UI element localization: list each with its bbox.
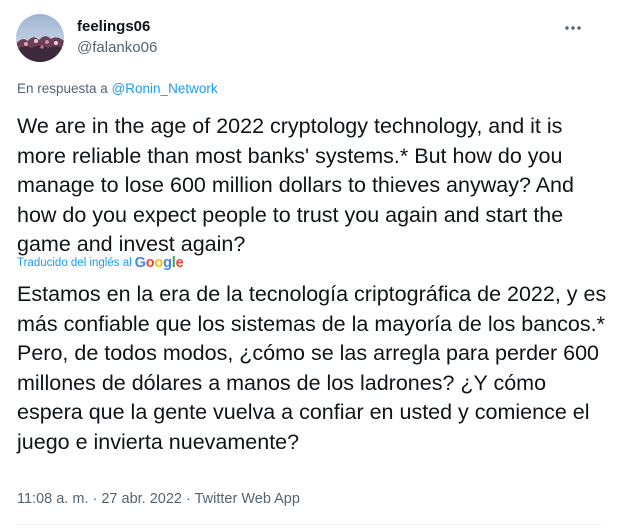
- author-display-name[interactable]: feelings06: [77, 18, 150, 36]
- reply-context: En respuesta a @Ronin_Network: [17, 80, 218, 98]
- divider: [16, 524, 602, 525]
- more-options-button[interactable]: [560, 18, 586, 38]
- tweet-source[interactable]: Twitter Web App: [195, 491, 300, 507]
- translation-label: Traducido del inglés al: [17, 257, 132, 269]
- reply-prefix: En respuesta a: [17, 81, 108, 96]
- tweet-time[interactable]: 11:08 a. m.: [17, 491, 88, 507]
- more-horizontal-icon: [565, 26, 581, 30]
- tweet: feelings06 @falanko06 En respuesta a @Ro…: [0, 0, 618, 532]
- tweet-text-original: We are in the age of 2022 cryptology tec…: [17, 114, 574, 257]
- tweet-text-translated: Estamos en la era de la tecnología cript…: [17, 282, 607, 454]
- reply-mention-link[interactable]: @Ronin_Network: [112, 81, 218, 96]
- meta-separator: ·: [88, 491, 102, 507]
- author-handle[interactable]: @falanko06: [77, 39, 157, 57]
- tweet-date[interactable]: 27 abr. 2022: [101, 491, 182, 507]
- translation-attribution[interactable]: Traducido del inglés al Google: [17, 254, 184, 272]
- avatar-image: [16, 14, 64, 62]
- avatar[interactable]: [16, 14, 64, 62]
- meta-separator: ·: [182, 491, 195, 507]
- google-logo: Google: [134, 255, 184, 271]
- tweet-metadata: 11:08 a. m. · 27 abr. 2022 · Twitter Web…: [17, 490, 300, 508]
